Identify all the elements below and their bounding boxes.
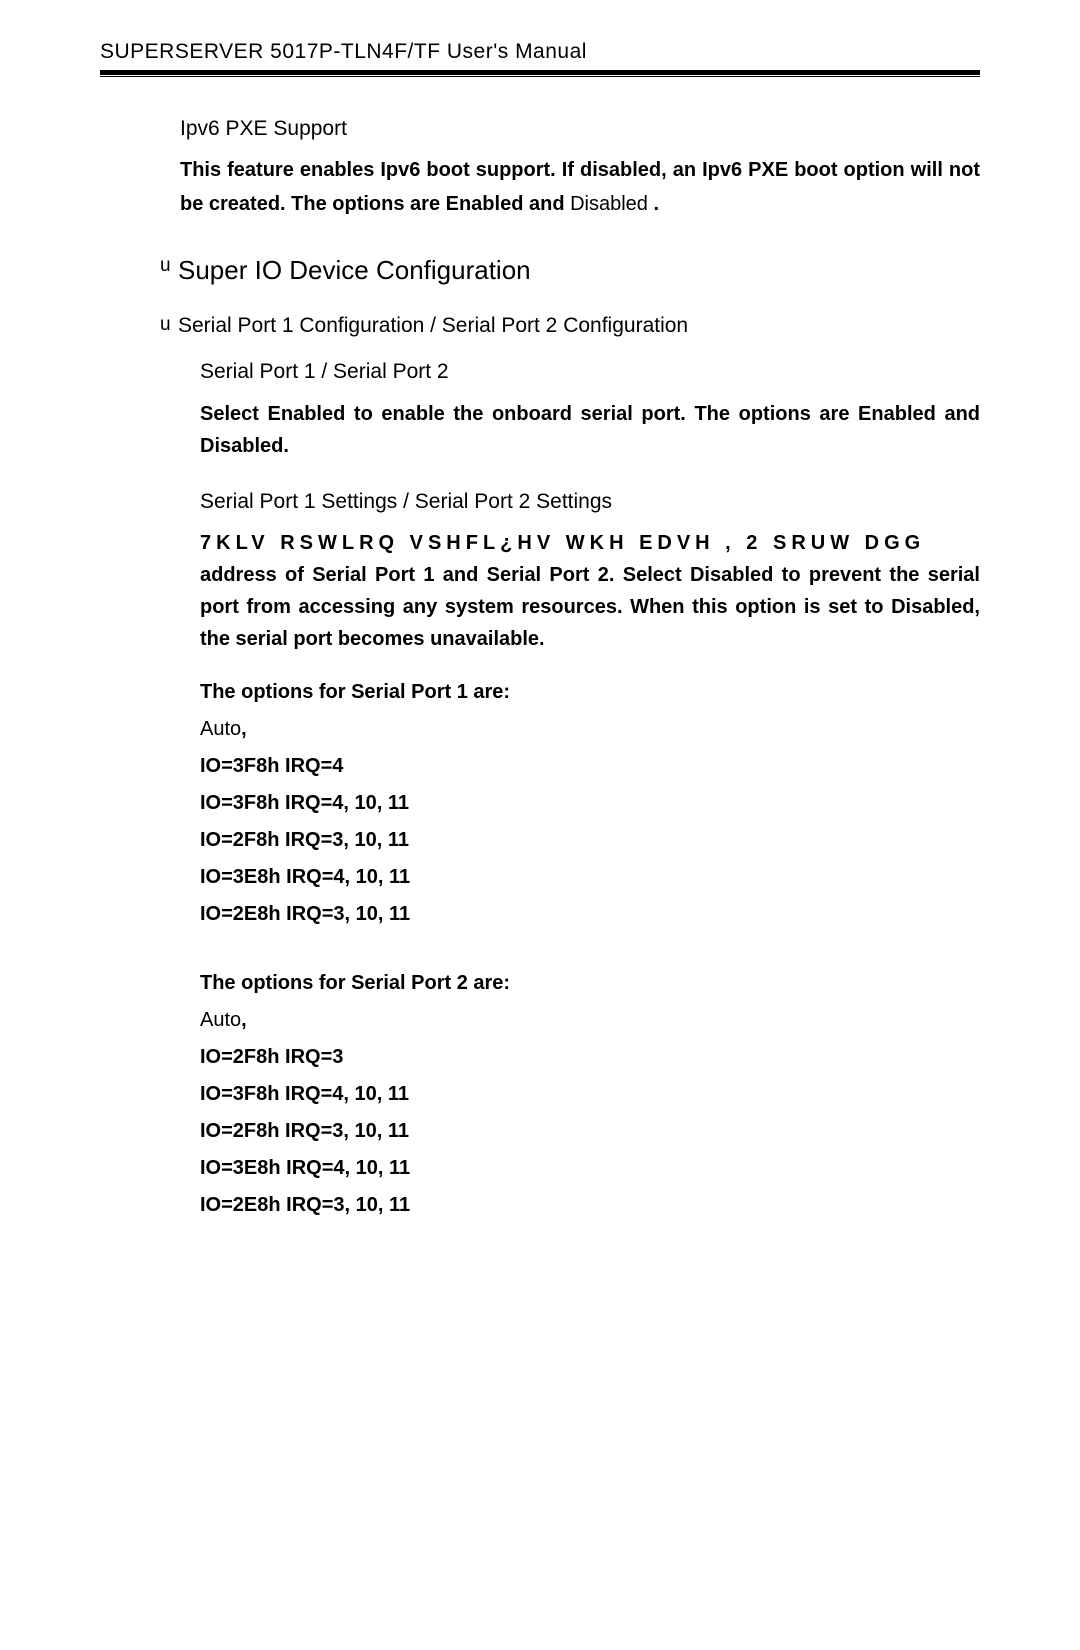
port1-auto-label: Auto	[200, 718, 241, 740]
header-rule-thick	[100, 70, 980, 75]
manual-title: SUPERSERVER 5017P-TLN4F/TF User's Manual	[100, 40, 980, 64]
garbled-text: 7KLV RSWLRQ VSHFL¿HV WKH EDVH , 2 SRUW D…	[200, 532, 980, 555]
serialport-heading: Serial Port 1 / Serial Port 2	[200, 360, 980, 384]
serialport-body: Select Enabled to enable the onboard ser…	[200, 398, 980, 462]
port1-opt-1-text: IO=3F8h IRQ=4	[200, 755, 343, 777]
port2-opt-3: IO=2F8h IRQ=3, 10, 11	[200, 1120, 980, 1143]
comma: ,	[241, 718, 247, 740]
serialsettings-heading: Serial Port 1 Settings / Serial Port 2 S…	[200, 490, 980, 514]
serialcfg-heading: Serial Port 1 Configuration / Serial Por…	[178, 314, 688, 337]
port2-opt-3-text: IO=2F8h IRQ=3, 10, 11	[200, 1120, 409, 1142]
ipv6-heading: Ipv6 PXE Support	[180, 117, 980, 141]
port2-opt-1-text: IO=2F8h IRQ=3	[200, 1046, 343, 1068]
port1-opt-3-text: IO=2F8h IRQ=3, 10, 11	[200, 829, 409, 851]
ipv6-body-end: .	[653, 193, 659, 215]
port2-opt-1: IO=2F8h IRQ=3	[200, 1046, 980, 1069]
port2-opt-4-text: IO=3E8h IRQ=4, 10, 11	[200, 1157, 410, 1179]
port1-opt-2-text: IO=3F8h IRQ=4, 10, 11	[200, 792, 409, 814]
port2-opt-5-text: IO=2E8h IRQ=3, 10, 11	[200, 1194, 410, 1216]
superio-heading-row: uSuper IO Device Configuration	[160, 255, 980, 286]
header-rule-thin	[100, 76, 980, 77]
ipv6-body: This feature enables Ipv6 boot support. …	[180, 153, 980, 221]
bullet-icon: u	[160, 255, 178, 277]
port1-opt-4-text: IO=3E8h IRQ=4, 10, 11	[200, 866, 410, 888]
port1-opt-4: IO=3E8h IRQ=4, 10, 11	[200, 866, 980, 889]
superio-heading: Super IO Device Configuration	[178, 255, 531, 285]
port2-opt-2: IO=3F8h IRQ=4, 10, 11	[200, 1083, 980, 1106]
port1-opt-1: IO=3F8h IRQ=4	[200, 755, 980, 778]
comma: ,	[241, 1009, 247, 1031]
port2-opt-4: IO=3E8h IRQ=4, 10, 11	[200, 1157, 980, 1180]
serialcfg-heading-row: uSerial Port 1 Configuration / Serial Po…	[160, 314, 980, 338]
port1-options-heading: The options for Serial Port 1 are:	[200, 681, 980, 704]
page-header: SUPERSERVER 5017P-TLN4F/TF User's Manual	[100, 40, 980, 77]
serialsettings-body: address of Serial Port 1 and Serial Port…	[200, 559, 980, 655]
port1-opt-2: IO=3F8h IRQ=4, 10, 11	[200, 792, 980, 815]
port1-opt-5: IO=2E8h IRQ=3, 10, 11	[200, 903, 980, 926]
port2-opt-2-text: IO=3F8h IRQ=4, 10, 11	[200, 1083, 409, 1105]
ipv6-disabled-word: Disabled	[570, 193, 653, 215]
port1-opt-5-text: IO=2E8h IRQ=3, 10, 11	[200, 903, 410, 925]
bullet-icon: u	[160, 314, 178, 336]
port2-auto-label: Auto	[200, 1009, 241, 1031]
port2-opt-auto: Auto,	[200, 1009, 980, 1032]
port2-opt-5: IO=2E8h IRQ=3, 10, 11	[200, 1194, 980, 1217]
port2-options-heading: The options for Serial Port 2 are:	[200, 972, 980, 995]
port1-opt-auto: Auto,	[200, 718, 980, 741]
port1-opt-3: IO=2F8h IRQ=3, 10, 11	[200, 829, 980, 852]
